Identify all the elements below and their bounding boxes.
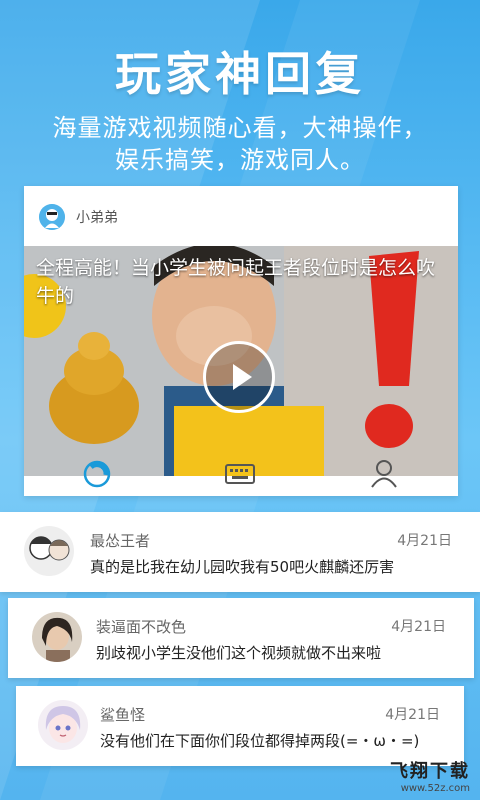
video-title: 全程高能！当小学生被问起王者段位时是怎么吹牛的 bbox=[36, 257, 436, 307]
refresh-icon bbox=[83, 460, 111, 488]
commenter-name: 装逼面不改色 bbox=[96, 618, 187, 636]
comment-item[interactable]: 最怂王者 4月21日 真的是比我在幼儿园吹我有50吧火麒麟还厉害 bbox=[0, 512, 480, 592]
author-name[interactable]: 小弟弟 bbox=[76, 207, 118, 227]
comment-date: 4月21日 bbox=[385, 707, 440, 723]
commenter-name: 最怂王者 bbox=[90, 532, 151, 550]
keyboard-icon bbox=[225, 464, 255, 484]
comment-date: 4月21日 bbox=[391, 619, 446, 635]
author-avatar[interactable] bbox=[39, 204, 65, 230]
profile-button[interactable] bbox=[364, 454, 404, 494]
commenter-avatar[interactable] bbox=[24, 526, 74, 576]
promo-tagline-line2: 娱乐搞笑，游戏同人。 bbox=[115, 146, 365, 174]
user-icon bbox=[371, 460, 397, 488]
play-icon bbox=[233, 364, 252, 390]
watermark-text: 飞翔下载 bbox=[390, 761, 470, 782]
promo-headline: 玩家神回复 bbox=[115, 47, 365, 101]
comment-item[interactable]: 装逼面不改色 4月21日 别歧视小学生没他们这个视频就做不出来啦 bbox=[8, 598, 474, 678]
keyboard-button[interactable] bbox=[220, 454, 260, 494]
video-post-card: 小弟弟 全程高能！当小学生被问起王者段位时是怎么吹牛的 bbox=[24, 186, 458, 496]
comment-item[interactable]: 鲨鱼怪 4月21日 没有他们在下面你们段位都得掉两段(=・ω・=) bbox=[16, 686, 464, 766]
comment-date: 4月21日 bbox=[397, 533, 452, 549]
post-header: 小弟弟 bbox=[24, 186, 458, 246]
refresh-button[interactable] bbox=[77, 454, 117, 494]
comment-text: 别歧视小学生没他们这个视频就做不出来啦 bbox=[96, 644, 382, 662]
promo-tagline-line1: 海量游戏视频随心看，大神操作， bbox=[52, 114, 428, 142]
post-toolbar bbox=[24, 460, 458, 496]
video-player[interactable]: 全程高能！当小学生被问起王者段位时是怎么吹牛的 bbox=[24, 246, 458, 476]
site-watermark: 飞翔下载 www.52z.com bbox=[390, 757, 470, 794]
comment-text: 真的是比我在幼儿园吹我有50吧火麒麟还厉害 bbox=[90, 558, 395, 576]
commenter-avatar[interactable] bbox=[32, 612, 82, 662]
commenter-avatar[interactable] bbox=[38, 700, 88, 750]
play-button[interactable] bbox=[203, 341, 275, 413]
comment-text: 没有他们在下面你们段位都得掉两段(=・ω・=) bbox=[100, 732, 420, 750]
commenter-name: 鲨鱼怪 bbox=[100, 706, 146, 724]
watermark-url: www.52z.com bbox=[400, 783, 470, 794]
